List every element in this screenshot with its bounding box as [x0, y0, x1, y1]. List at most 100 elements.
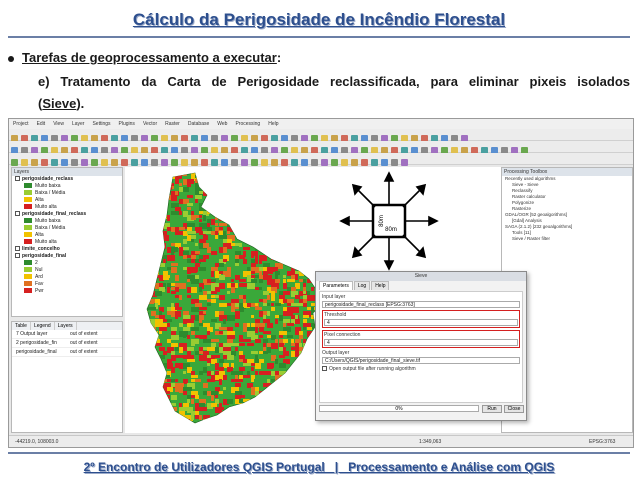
menu-item[interactable]: Vector: [143, 121, 157, 127]
order-tab[interactable]: Legend: [31, 322, 55, 330]
hazard-pixel: [147, 295, 151, 300]
toolbar-tool-icon[interactable]: [131, 159, 138, 166]
close-button[interactable]: Close: [504, 405, 524, 413]
hazard-pixel: [295, 231, 303, 236]
order-row[interactable]: perigosidade_final out of extent: [12, 348, 122, 357]
menu-item[interactable]: View: [53, 121, 64, 127]
toolbar-tool-icon[interactable]: [401, 159, 408, 166]
toolbar-tool-icon[interactable]: [121, 159, 128, 166]
menu-item[interactable]: Web: [217, 121, 227, 127]
hazard-pixel: [211, 419, 217, 423]
toolbar-tool-icon[interactable]: [291, 159, 298, 166]
layer-group[interactable]: perigosidade_reclass: [12, 176, 122, 183]
hazard-pixel: [199, 307, 207, 310]
toolbar-tool-icon[interactable]: [71, 159, 78, 166]
menu-item[interactable]: Edit: [37, 121, 46, 127]
toolbar-tool-icon[interactable]: [141, 159, 148, 166]
menu-item[interactable]: Layer: [72, 121, 85, 127]
toolbar-tool-icon[interactable]: [381, 159, 388, 166]
toolbar-tool-icon[interactable]: [361, 159, 368, 166]
toolbar-tool-icon[interactable]: [301, 159, 308, 166]
toolbar-tool-icon[interactable]: [281, 159, 288, 166]
menu-item[interactable]: Plugins: [119, 121, 135, 127]
layer-visibility-checkbox-icon[interactable]: [15, 253, 20, 259]
toolbar-tool-icon[interactable]: [101, 159, 108, 166]
toolbar-tool-icon[interactable]: [271, 159, 278, 166]
legend-class: Pwr: [12, 288, 122, 295]
order-tab[interactable]: Table: [12, 322, 31, 330]
toolbar-tool-icon[interactable]: [321, 159, 328, 166]
pixel-connection-select[interactable]: 4: [324, 339, 518, 346]
hazard-pixel: [223, 259, 227, 262]
input-layer-select[interactable]: perigosidade_final_reclass [EPSG:3763]: [322, 301, 520, 308]
menu-item[interactable]: Raster: [165, 121, 180, 127]
toolbar-tool-icon[interactable]: [311, 159, 318, 166]
threshold-input[interactable]: 4: [324, 319, 518, 326]
layer-visibility-checkbox-icon[interactable]: [15, 176, 20, 182]
checkbox-icon[interactable]: [322, 366, 327, 372]
processing-item[interactable]: Sieve / Raster filter: [502, 236, 632, 242]
hazard-pixel: [215, 195, 222, 199]
toolbar-tool-icon[interactable]: [351, 159, 358, 166]
tab-log[interactable]: Log: [353, 281, 371, 290]
toolbar-tool-icon[interactable]: [181, 159, 188, 166]
toolbar-tool-icon[interactable]: [21, 159, 28, 166]
toolbar-tool-icon[interactable]: [61, 159, 68, 166]
toolbar-tool-icon[interactable]: [211, 159, 218, 166]
layer-group[interactable]: perigosidade_final_reclass: [12, 211, 122, 218]
hazard-pixel: [307, 235, 312, 240]
toolbar-tool-icon[interactable]: [111, 159, 118, 166]
layer-visibility-checkbox-icon[interactable]: [15, 211, 20, 217]
toolbar-tool-icon[interactable]: [221, 159, 228, 166]
order-row[interactable]: 2 perigosidade_fin out of extent: [12, 339, 122, 348]
hazard-pixel: [219, 303, 227, 307]
toolbar-tool-icon[interactable]: [11, 159, 18, 166]
toolbar-tool-icon[interactable]: [151, 159, 158, 166]
open-output-checkbox[interactable]: Open output file after running algorithm: [322, 366, 520, 373]
sieve-link[interactable]: Sieve: [42, 96, 76, 111]
hazard-pixel: [227, 423, 235, 427]
menu-item[interactable]: Help: [268, 121, 278, 127]
tab-parameters[interactable]: Parameters: [319, 281, 353, 290]
tab-help[interactable]: Help: [371, 281, 390, 290]
layer-group[interactable]: perigosidade_final: [12, 253, 122, 260]
menu-item[interactable]: Processing: [235, 121, 260, 127]
menu-item[interactable]: Database: [188, 121, 209, 127]
toolbar-tool-icon[interactable]: [331, 159, 338, 166]
toolbar-tool-icon[interactable]: [161, 159, 168, 166]
toolbar-tool-icon[interactable]: [371, 159, 378, 166]
toolbar-tool-icon[interactable]: [251, 159, 258, 166]
order-tab[interactable]: Layers: [55, 322, 77, 330]
layer-group[interactable]: limite_concelho: [12, 246, 122, 253]
toolbar-tool-icon[interactable]: [31, 159, 38, 166]
toolbar-tool-icon[interactable]: [261, 159, 268, 166]
hazard-pixel: [287, 391, 291, 396]
hazard-pixel: [247, 411, 255, 414]
output-layer-input[interactable]: C:/Users/QGIS/perigosidade_final_sieve.t…: [322, 357, 520, 364]
order-row[interactable]: 7 Output layer out of extent: [12, 330, 122, 339]
toolbar-tool-icon[interactable]: [51, 159, 58, 166]
toolbar-tool-icon[interactable]: [91, 159, 98, 166]
menu-item[interactable]: Settings: [92, 121, 110, 127]
toolbar-tool-icon[interactable]: [201, 159, 208, 166]
toolbar-tool-icon[interactable]: [391, 159, 398, 166]
status-scale[interactable]: 1:349,063: [419, 439, 441, 445]
hazard-pixel: [183, 391, 187, 395]
toolbar-tool-icon[interactable]: [81, 159, 88, 166]
hazard-pixel: [255, 307, 262, 310]
hazard-pixel: [283, 223, 288, 226]
toolbar-tool-icon[interactable]: [231, 159, 238, 166]
layer-visibility-checkbox-icon[interactable]: [15, 246, 20, 252]
hazard-pixel: [291, 399, 295, 402]
menu-item[interactable]: Project: [13, 121, 29, 127]
run-button[interactable]: Run: [482, 405, 502, 413]
toolbar-tool-icon[interactable]: [191, 159, 198, 166]
toolbar-tool-icon[interactable]: [241, 159, 248, 166]
hazard-pixel: [155, 291, 162, 296]
toolbar-tool-icon[interactable]: [171, 159, 178, 166]
hazard-pixel: [219, 391, 223, 394]
hazard-pixel: [283, 283, 287, 289]
toolbar-tool-icon[interactable]: [341, 159, 348, 166]
status-epsg[interactable]: EPSG:3763: [589, 439, 615, 445]
toolbar-tool-icon[interactable]: [41, 159, 48, 166]
